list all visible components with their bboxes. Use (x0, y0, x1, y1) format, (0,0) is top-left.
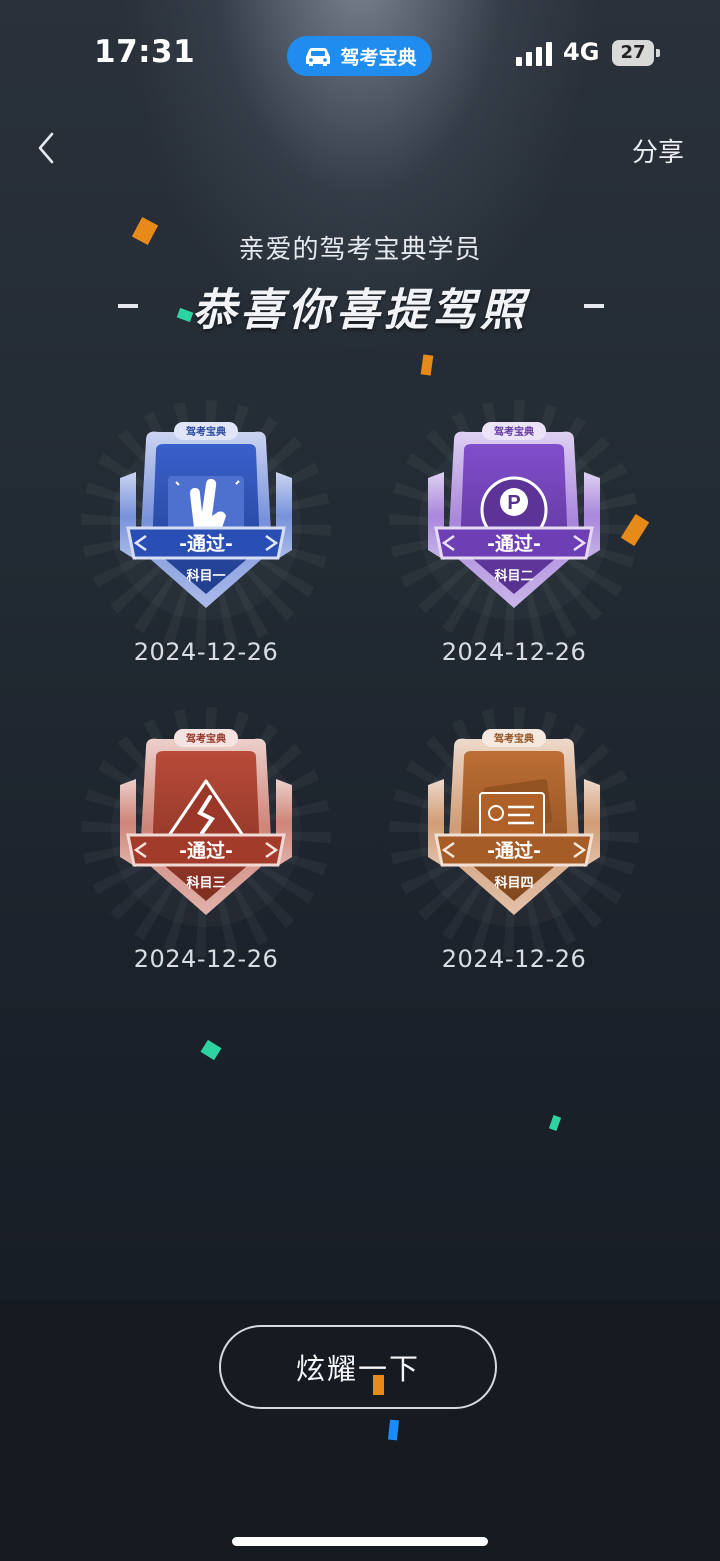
status-bar: 17:31 驾考宝典 4G 27 (0, 0, 720, 110)
confetti-piece (373, 1375, 384, 1395)
battery-level: 27 (612, 40, 654, 66)
title-text: 恭喜你喜提驾照 (192, 285, 528, 336)
confetti-piece (420, 354, 434, 376)
badge-date: 2024-12-26 (441, 638, 587, 666)
badge-emblem: 驾考宝典 -通过- 科目四 (428, 729, 600, 915)
app-name: 驾考宝典 (340, 46, 417, 69)
greeting-text: 亲爱的驾考宝典学员 (238, 235, 482, 265)
svg-text:科目四: 科目四 (494, 875, 533, 891)
confetti-piece (200, 1039, 222, 1061)
show-off-label: 炫耀一下 (295, 1352, 420, 1386)
congrats-title: 恭喜你喜提驾照 (0, 274, 720, 336)
svg-text:-通过-: -通过- (487, 840, 541, 862)
svg-text:科目二: 科目二 (494, 568, 533, 584)
badge-emblem: 驾考宝典 -通过- 科目一 (120, 422, 292, 608)
share-button[interactable]: 分享 (632, 132, 684, 169)
battery-icon: 27 (612, 40, 660, 66)
network-type: 4G (563, 38, 600, 66)
car-icon (306, 48, 331, 66)
confetti-piece (548, 1115, 562, 1131)
back-chevron-icon[interactable] (30, 128, 66, 168)
svg-text:驾考宝典: 驾考宝典 (493, 425, 534, 438)
badge-subject-2[interactable]: 驾考宝典 P -通过- 科目二 2024-12-26 (364, 400, 664, 700)
svg-text:科目一: 科目一 (186, 568, 225, 584)
home-indicator[interactable] (232, 1537, 488, 1546)
badge-emblem: 驾考宝典 -通过- 科目三 (120, 729, 292, 915)
badge-date: 2024-12-26 (133, 945, 279, 973)
svg-text:-通过-: -通过- (487, 533, 541, 555)
svg-text:-通过-: -通过- (179, 533, 233, 555)
svg-text:驾考宝典: 驾考宝典 (185, 425, 226, 438)
app-indicator-pill[interactable]: 驾考宝典 (287, 36, 432, 76)
title-dash-right (584, 304, 604, 308)
signal-icon (516, 42, 552, 66)
badge-date: 2024-12-26 (441, 945, 587, 973)
badge-subject-1[interactable]: 驾考宝典 -通过- 科目一 2024-12-26 (56, 400, 356, 700)
badge-emblem: 驾考宝典 P -通过- 科目二 (428, 422, 600, 608)
svg-text:-通过-: -通过- (179, 840, 233, 862)
svg-text:驾考宝典: 驾考宝典 (493, 732, 534, 745)
svg-text:驾考宝典: 驾考宝典 (185, 732, 226, 745)
badge-date: 2024-12-26 (133, 638, 279, 666)
badge-subject-3[interactable]: 驾考宝典 -通过- 科目三 2024-12-26 (56, 707, 356, 1007)
svg-text:科目三: 科目三 (186, 875, 225, 891)
svg-text:P: P (507, 492, 520, 514)
badge-subject-4[interactable]: 驾考宝典 -通过- 科目四 2024-12-26 (364, 707, 664, 1007)
show-off-button[interactable]: 炫耀一下 (219, 1325, 497, 1409)
status-time: 17:31 (94, 34, 196, 70)
